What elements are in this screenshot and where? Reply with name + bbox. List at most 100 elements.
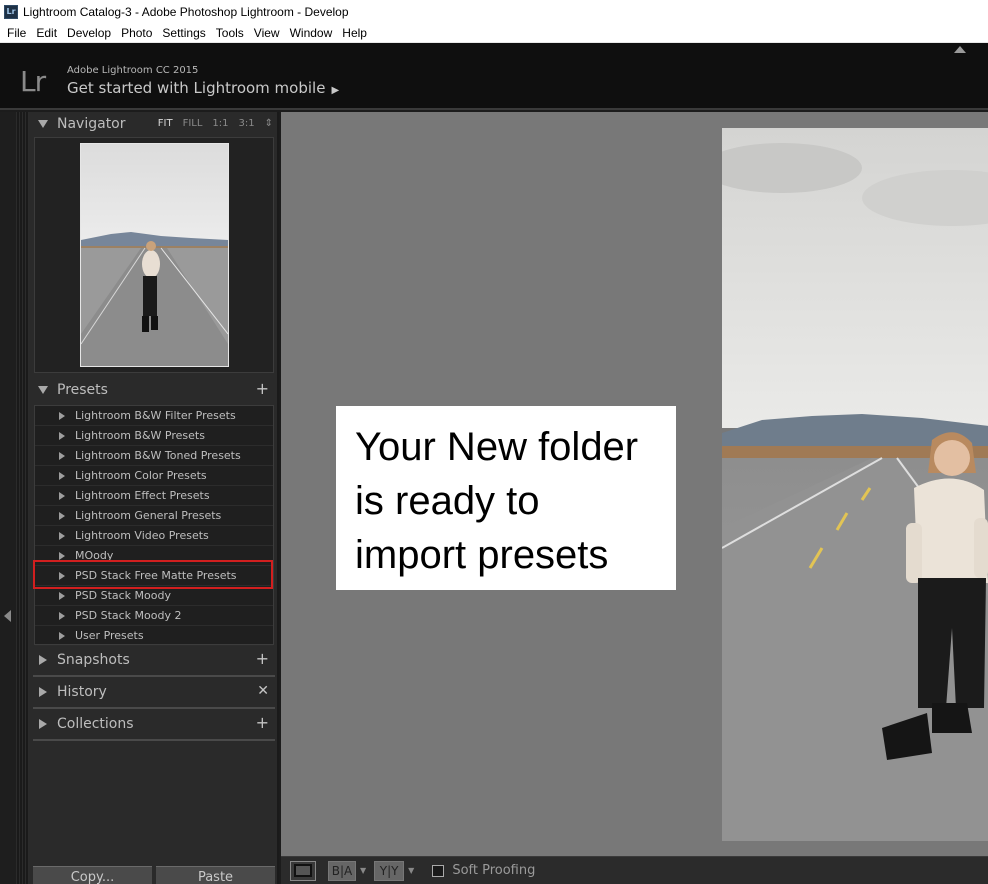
yy-dropdown-icon[interactable]: ▼ xyxy=(408,866,414,875)
callout-line-2: is ready to xyxy=(355,479,540,523)
preset-folder[interactable]: Lightroom Effect Presets xyxy=(35,486,273,506)
preset-folder-label: Lightroom Color Presets xyxy=(75,469,207,482)
menu-settings[interactable]: Settings xyxy=(157,26,210,40)
zoom-1-1[interactable]: 1:1 xyxy=(212,118,228,129)
zoom-dropdown-icon[interactable]: ⇕ xyxy=(265,118,273,129)
collapsed-triangle-icon xyxy=(59,451,65,460)
preset-folder[interactable]: Lightroom B&W Filter Presets xyxy=(35,406,273,426)
lightroom-app-icon: Lr xyxy=(4,4,18,19)
preset-folder[interactable]: Lightroom General Presets xyxy=(35,506,273,526)
develop-toolbar: B|A ▼ Y|Y ▼ Soft Proofing xyxy=(281,856,988,884)
lightroom-window: Lr Lightroom Catalog-3 - Adobe Photoshop… xyxy=(0,0,988,884)
add-snapshot-plus-icon[interactable]: + xyxy=(256,651,269,667)
collapsed-triangle-icon xyxy=(59,571,65,580)
collapsed-triangle-icon xyxy=(59,411,65,420)
window-title-bar: Lr Lightroom Catalog-3 - Adobe Photoshop… xyxy=(0,0,988,23)
preset-folder[interactable]: PSD Stack Moody xyxy=(35,586,273,606)
menu-tools[interactable]: Tools xyxy=(211,26,249,40)
left-panel-edge[interactable] xyxy=(0,112,16,884)
menu-edit[interactable]: Edit xyxy=(31,26,62,40)
mobile-cta-link[interactable]: Get started with Lightroom mobile ▶ xyxy=(67,79,339,97)
loupe-view-button[interactable] xyxy=(290,860,316,881)
menu-window[interactable]: Window xyxy=(285,26,338,40)
menu-develop[interactable]: Develop xyxy=(62,26,116,40)
preset-folder[interactable]: Lightroom B&W Presets xyxy=(35,426,273,446)
navigator-header[interactable]: Navigator FIT FILL 1:1 3:1 ⇕ xyxy=(29,112,279,136)
preset-folder-label: PSD Stack Moody xyxy=(75,589,171,602)
collections-header[interactable]: Collections + xyxy=(29,712,279,736)
menu-photo[interactable]: Photo xyxy=(116,26,157,40)
zoom-3-1[interactable]: 3:1 xyxy=(239,118,255,129)
collapsed-triangle-icon xyxy=(59,551,65,560)
menu-help[interactable]: Help xyxy=(337,26,372,40)
product-name: Adobe Lightroom CC 2015 xyxy=(67,65,199,76)
collapsed-triangle-icon xyxy=(59,431,65,440)
instruction-callout: Your New folder is ready to import prese… xyxy=(336,406,676,590)
panel-divider xyxy=(33,675,275,677)
panel-divider xyxy=(33,739,275,741)
menu-bar: File Edit Develop Photo Settings Tools V… xyxy=(0,23,988,43)
before-after-dropdown-icon[interactable]: ▼ xyxy=(360,866,366,875)
snapshots-header[interactable]: Snapshots + xyxy=(29,648,279,672)
history-title: History xyxy=(57,684,107,700)
zoom-fit[interactable]: FIT xyxy=(158,118,173,129)
identity-plate: Lr Adobe Lightroom CC 2015 Get started w… xyxy=(0,43,988,110)
clear-history-x-icon[interactable]: ✕ xyxy=(257,683,269,699)
main-photo-image xyxy=(722,128,988,841)
preset-folder-label: Lightroom B&W Toned Presets xyxy=(75,449,241,462)
lightroom-logo: Lr xyxy=(20,65,46,98)
copy-paste-bar: Copy... Paste xyxy=(33,866,275,884)
navigator-photo xyxy=(81,144,228,366)
menu-file[interactable]: File xyxy=(2,26,31,40)
yy-view-button[interactable]: Y|Y xyxy=(374,860,405,881)
copy-button[interactable]: Copy... xyxy=(33,866,152,884)
collapsed-triangle-icon xyxy=(39,655,47,665)
collapsed-triangle-icon xyxy=(59,491,65,500)
expand-triangle-icon xyxy=(38,120,48,128)
loupe-icon xyxy=(294,864,312,877)
add-collection-plus-icon[interactable]: + xyxy=(256,715,269,731)
left-panel: Navigator FIT FILL 1:1 3:1 ⇕ Presets + L… xyxy=(29,112,279,884)
history-header[interactable]: History ✕ xyxy=(29,680,279,704)
panel-divider xyxy=(33,707,275,709)
preset-folder-label: MOody xyxy=(75,549,114,562)
main-photo[interactable] xyxy=(722,128,988,841)
preset-folder[interactable]: User Presets xyxy=(35,626,273,646)
zoom-fill[interactable]: FILL xyxy=(183,118,203,129)
preset-folder[interactable]: Lightroom Color Presets xyxy=(35,466,273,486)
paste-button[interactable]: Paste xyxy=(156,866,275,884)
preset-folder-highlighted[interactable]: PSD Stack Free Matte Presets xyxy=(35,566,273,586)
add-preset-plus-icon[interactable]: + xyxy=(256,381,269,397)
preset-folder-label: PSD Stack Moody 2 xyxy=(75,609,182,622)
preset-folder-label: Lightroom General Presets xyxy=(75,509,222,522)
collapsed-triangle-icon xyxy=(39,719,47,729)
preset-folder-label: Lightroom Effect Presets xyxy=(75,489,210,502)
soft-proofing-checkbox[interactable] xyxy=(432,864,445,877)
presets-header[interactable]: Presets + xyxy=(29,378,279,402)
before-after-button[interactable]: B|A xyxy=(328,860,356,881)
preset-folder-label: User Presets xyxy=(75,629,144,642)
collections-title: Collections xyxy=(57,716,134,732)
navigator-thumbnail[interactable] xyxy=(80,143,229,367)
collapse-top-panel-icon[interactable] xyxy=(954,46,966,53)
preset-folder[interactable]: MOody xyxy=(35,546,273,566)
image-viewport[interactable]: Your New folder is ready to import prese… xyxy=(281,112,988,856)
collapsed-triangle-icon xyxy=(59,511,65,520)
play-arrow-icon: ▶ xyxy=(331,85,340,96)
collapsed-triangle-icon xyxy=(39,687,47,697)
preset-folder-label: Lightroom B&W Presets xyxy=(75,429,205,442)
preset-folder[interactable]: Lightroom Video Presets xyxy=(35,526,273,546)
preset-folder[interactable]: PSD Stack Moody 2 xyxy=(35,606,273,626)
presets-list: Lightroom B&W Filter Presets Lightroom B… xyxy=(34,405,274,646)
collapse-left-panel-icon[interactable] xyxy=(4,610,11,622)
callout-line-1: Your New folder xyxy=(355,425,639,469)
preset-folder[interactable]: Lightroom B&W Toned Presets xyxy=(35,446,273,466)
preset-folder-label: Lightroom B&W Filter Presets xyxy=(75,409,236,422)
navigator-preview[interactable] xyxy=(34,137,274,373)
navigator-zoom-options: FIT FILL 1:1 3:1 ⇕ xyxy=(158,118,273,129)
collapsed-triangle-icon xyxy=(59,531,65,540)
menu-view[interactable]: View xyxy=(249,26,285,40)
preset-folder-label: PSD Stack Free Matte Presets xyxy=(75,569,237,582)
left-panel-grip xyxy=(16,112,29,884)
callout-line-3: import presets xyxy=(355,533,609,577)
